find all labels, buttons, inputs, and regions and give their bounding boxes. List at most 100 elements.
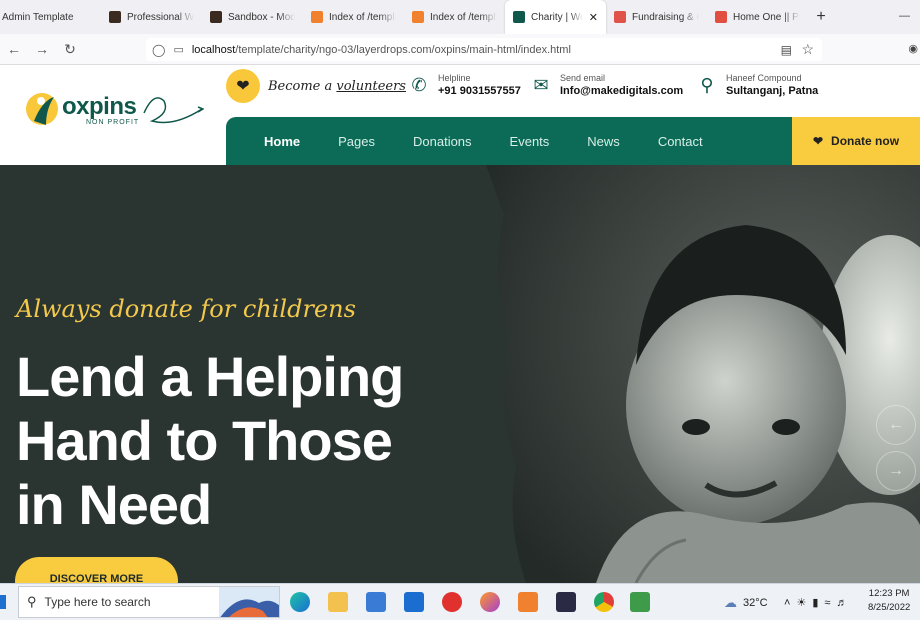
hero-children-photo bbox=[486, 165, 920, 583]
taskbar-search-box[interactable]: ⚲ Type here to search bbox=[18, 586, 280, 618]
clock-time: 12:23 PM bbox=[868, 588, 910, 599]
tab-label: Index of /templa bbox=[329, 11, 396, 23]
image-viewer-icon[interactable] bbox=[630, 592, 650, 612]
file-explorer-icon[interactable] bbox=[328, 592, 348, 612]
tab-list: Admin Template Professional Web Sandbox - … bbox=[0, 0, 808, 34]
browser-tab[interactable]: Fundraising & C bbox=[606, 0, 707, 34]
contact-value: +91 9031557557 bbox=[438, 85, 521, 97]
navigation-toolbar: ← → ↻ ◯ ▭ localhost/template/charity/ngo… bbox=[0, 34, 920, 65]
contact-value: Info@makedigitals.com bbox=[560, 85, 684, 97]
nav-item-pages[interactable]: Pages bbox=[300, 134, 375, 149]
discover-more-button[interactable]: DISCOVER MORE bbox=[15, 557, 178, 583]
heart-bubble-icon: ❤ bbox=[226, 69, 260, 103]
hero-headline: Lend a Helping Hand to Those in Need bbox=[16, 345, 476, 537]
site-logo[interactable]: oxpins NON PROFIT bbox=[24, 87, 204, 135]
mail-app-icon[interactable] bbox=[404, 592, 424, 612]
back-button-icon[interactable]: ← bbox=[0, 41, 28, 57]
become-volunteer-link[interactable]: ❤ Become a volunteers bbox=[226, 69, 406, 103]
page-info-icon[interactable]: ▭ bbox=[173, 43, 183, 56]
microsoft-store-icon[interactable] bbox=[366, 592, 386, 612]
location-pin-icon: ⚲ bbox=[700, 74, 714, 95]
xampp-icon[interactable] bbox=[518, 592, 538, 612]
hero-tagline: Always donate for childrens bbox=[16, 295, 356, 323]
bookmark-star-icon[interactable]: ☆ bbox=[801, 41, 814, 58]
donate-now-button[interactable]: ❤ Donate now bbox=[792, 117, 920, 165]
browser-tab-strip: Admin Template Professional Web Sandbox - … bbox=[0, 0, 920, 34]
volume-icon[interactable]: ♬ bbox=[836, 597, 847, 609]
heart-favicon bbox=[715, 11, 727, 23]
url-host: localhost bbox=[191, 43, 236, 56]
start-button-icon[interactable] bbox=[0, 595, 6, 609]
window-minimize-button[interactable]: — bbox=[899, 10, 910, 22]
reload-button-icon[interactable]: ↻ bbox=[56, 41, 84, 58]
fundraising-favicon bbox=[614, 11, 626, 23]
wifi-icon[interactable]: ≈ bbox=[824, 597, 830, 609]
address-contact[interactable]: ⚲ Haneef Compound Sultanganj, Patna bbox=[696, 73, 818, 97]
address-bar[interactable]: ◯ ▭ localhost/template/charity/ngo-03/la… bbox=[146, 38, 822, 61]
browser-tab[interactable]: Professional Web bbox=[101, 0, 202, 34]
nav-item-news[interactable]: News bbox=[549, 134, 620, 149]
onedrive-icon[interactable]: ☀ bbox=[796, 596, 806, 609]
slider-prev-arrow-icon[interactable]: ← bbox=[876, 405, 916, 445]
browser-tab[interactable]: Index of /templa bbox=[404, 0, 505, 34]
cloud-icon: ☁ bbox=[724, 594, 737, 610]
nav-item-contact[interactable]: Contact bbox=[620, 134, 703, 149]
web-page: oxpins NON PROFIT ❤ Become a volunteers … bbox=[0, 65, 920, 583]
browser-tab[interactable]: Admin Template bbox=[0, 0, 101, 34]
pocket-icon[interactable]: ◉ bbox=[908, 42, 918, 55]
clock-date: 8/25/2022 bbox=[868, 602, 911, 613]
xampp-favicon bbox=[412, 11, 424, 23]
firefox-browser-icon[interactable] bbox=[480, 592, 500, 612]
tab-label: Fundraising & C bbox=[632, 11, 699, 23]
volunteer-text: Become a volunteers bbox=[268, 79, 406, 94]
contact-value: Sultanganj, Patna bbox=[726, 85, 819, 97]
browser-tab[interactable]: Home One || Pifo bbox=[707, 0, 808, 34]
headline-line: in Need bbox=[16, 473, 212, 536]
weather-widget[interactable]: ☁ 32°C bbox=[724, 584, 768, 621]
headline-line: Lend a Helping bbox=[16, 345, 404, 408]
contact-label: Haneef Compound bbox=[726, 73, 802, 83]
opera-browser-icon[interactable] bbox=[442, 592, 462, 612]
taskbar-clock[interactable]: 12:23 PM 8/25/2022 bbox=[868, 587, 910, 615]
hero-banner: Always donate for childrens Lend a Helpi… bbox=[0, 165, 920, 583]
shield-icon[interactable]: ◯ bbox=[152, 43, 165, 57]
slider-next-arrow-icon[interactable]: → bbox=[876, 451, 916, 491]
edge-browser-icon[interactable] bbox=[290, 592, 310, 612]
search-placeholder: Type here to search bbox=[44, 595, 151, 609]
forward-button-icon[interactable]: → bbox=[28, 41, 56, 57]
xampp-favicon bbox=[311, 11, 323, 23]
reader-view-icon[interactable]: ▤ bbox=[781, 43, 792, 57]
nav-item-home[interactable]: Home bbox=[226, 134, 300, 149]
contact-label: Send email bbox=[560, 73, 606, 83]
browser-tab[interactable]: Sandbox - Mode bbox=[202, 0, 303, 34]
helpline-contact[interactable]: ✆ Helpline +91 9031557557 bbox=[408, 73, 521, 97]
logo-name: oxpins bbox=[62, 93, 137, 120]
new-tab-button[interactable]: + bbox=[808, 8, 834, 26]
donate-label: Donate now bbox=[831, 134, 900, 148]
close-tab-icon[interactable]: ✕ bbox=[589, 11, 598, 24]
url-text[interactable]: localhost/template/charity/ngo-03/layerd… bbox=[192, 44, 571, 56]
nav-item-donations[interactable]: Donations bbox=[375, 134, 472, 149]
email-contact[interactable]: ✉ Send email Info@makedigitals.com bbox=[530, 73, 683, 97]
headline-line: Hand to Those bbox=[16, 409, 393, 472]
volunteer-prefix: Become a bbox=[268, 78, 337, 94]
browser-tab[interactable]: Index of /templa bbox=[303, 0, 404, 34]
chrome-browser-icon[interactable] bbox=[594, 592, 614, 612]
sandbox-favicon bbox=[210, 11, 222, 23]
windows-taskbar: ⚲ Type here to search ☁ 32°C ˄ ☀ ▮ ≈ ♬ 1… bbox=[0, 583, 920, 620]
contact-label: Helpline bbox=[438, 73, 471, 83]
oxpins-favicon bbox=[513, 11, 525, 23]
site-header: oxpins NON PROFIT ❤ Become a volunteers … bbox=[0, 65, 920, 165]
tab-label: Charity | Web bbox=[531, 11, 583, 23]
tab-label: Professional Web bbox=[127, 11, 194, 23]
chevron-up-icon[interactable]: ˄ bbox=[784, 597, 790, 609]
nav-item-events[interactable]: Events bbox=[472, 134, 550, 149]
phone-icon: ✆ bbox=[411, 74, 427, 95]
main-navigation: Home Pages Donations Events News Contact bbox=[226, 117, 792, 165]
system-tray: ˄ ☀ ▮ ≈ ♬ bbox=[784, 584, 847, 621]
tab-label: Home One || Pifo bbox=[733, 11, 800, 23]
app-h-icon[interactable] bbox=[556, 592, 576, 612]
browser-tab[interactable]: Charity | Web ✕ bbox=[505, 0, 606, 34]
battery-icon[interactable]: ▮ bbox=[812, 596, 818, 609]
volunteer-link-text[interactable]: volunteers bbox=[336, 79, 406, 94]
